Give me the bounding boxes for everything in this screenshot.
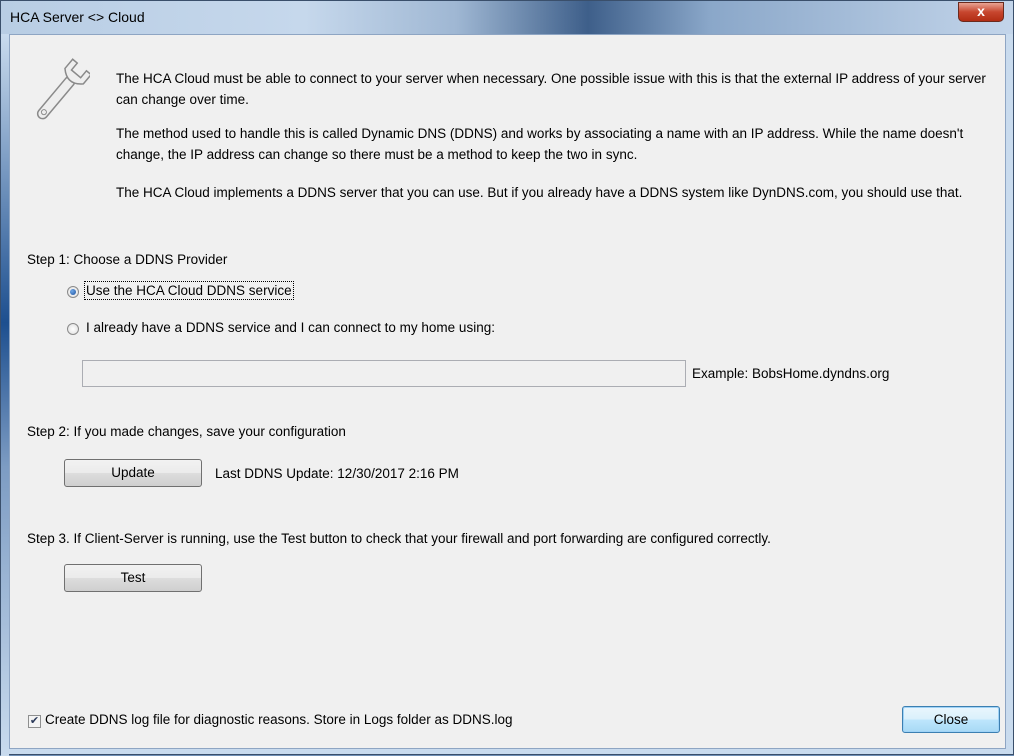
- step2-label: Step 2: If you made changes, save your c…: [27, 424, 346, 439]
- intro-paragraph-1: The HCA Cloud must be able to connect to…: [116, 71, 986, 107]
- radio-hca-cloud-label[interactable]: Use the HCA Cloud DDNS service: [84, 281, 294, 300]
- hostname-example-text: Example: BobsHome.dyndns.org: [692, 366, 890, 381]
- radio-own-ddns[interactable]: [67, 323, 79, 335]
- close-window-button[interactable]: x: [958, 2, 1004, 22]
- step3-label: Step 3. If Client-Server is running, use…: [27, 531, 771, 546]
- window-title: HCA Server <> Cloud: [10, 9, 145, 25]
- dialog-window: HCA Server <> Cloud x The HCA Cloud must…: [0, 0, 1014, 756]
- log-file-label[interactable]: Create DDNS log file for diagnostic reas…: [45, 712, 512, 727]
- radio-own-ddns-label[interactable]: I already have a DDNS service and I can …: [86, 320, 495, 335]
- update-button[interactable]: Update: [64, 459, 202, 487]
- close-button[interactable]: Close: [902, 706, 1000, 733]
- close-icon: x: [977, 3, 985, 19]
- intro-paragraph-3: The HCA Cloud implements a DDNS server t…: [116, 185, 963, 200]
- dialog-body: The HCA Cloud must be able to connect to…: [9, 34, 1006, 749]
- step1-label: Step 1: Choose a DDNS Provider: [27, 252, 228, 267]
- test-button[interactable]: Test: [64, 564, 202, 592]
- title-bar[interactable]: HCA Server <> Cloud x: [1, 1, 1013, 34]
- radio-hca-cloud[interactable]: [67, 286, 79, 298]
- intro-paragraph-2: The method used to handle this is called…: [116, 126, 964, 162]
- wrench-icon: [36, 58, 90, 120]
- window-left-edge: [1, 34, 9, 756]
- last-update-text: Last DDNS Update: 12/30/2017 2:16 PM: [215, 466, 459, 481]
- ddns-hostname-input[interactable]: [82, 360, 686, 387]
- log-file-checkbox[interactable]: ✔: [28, 715, 41, 728]
- checkmark-icon: ✔: [29, 715, 40, 727]
